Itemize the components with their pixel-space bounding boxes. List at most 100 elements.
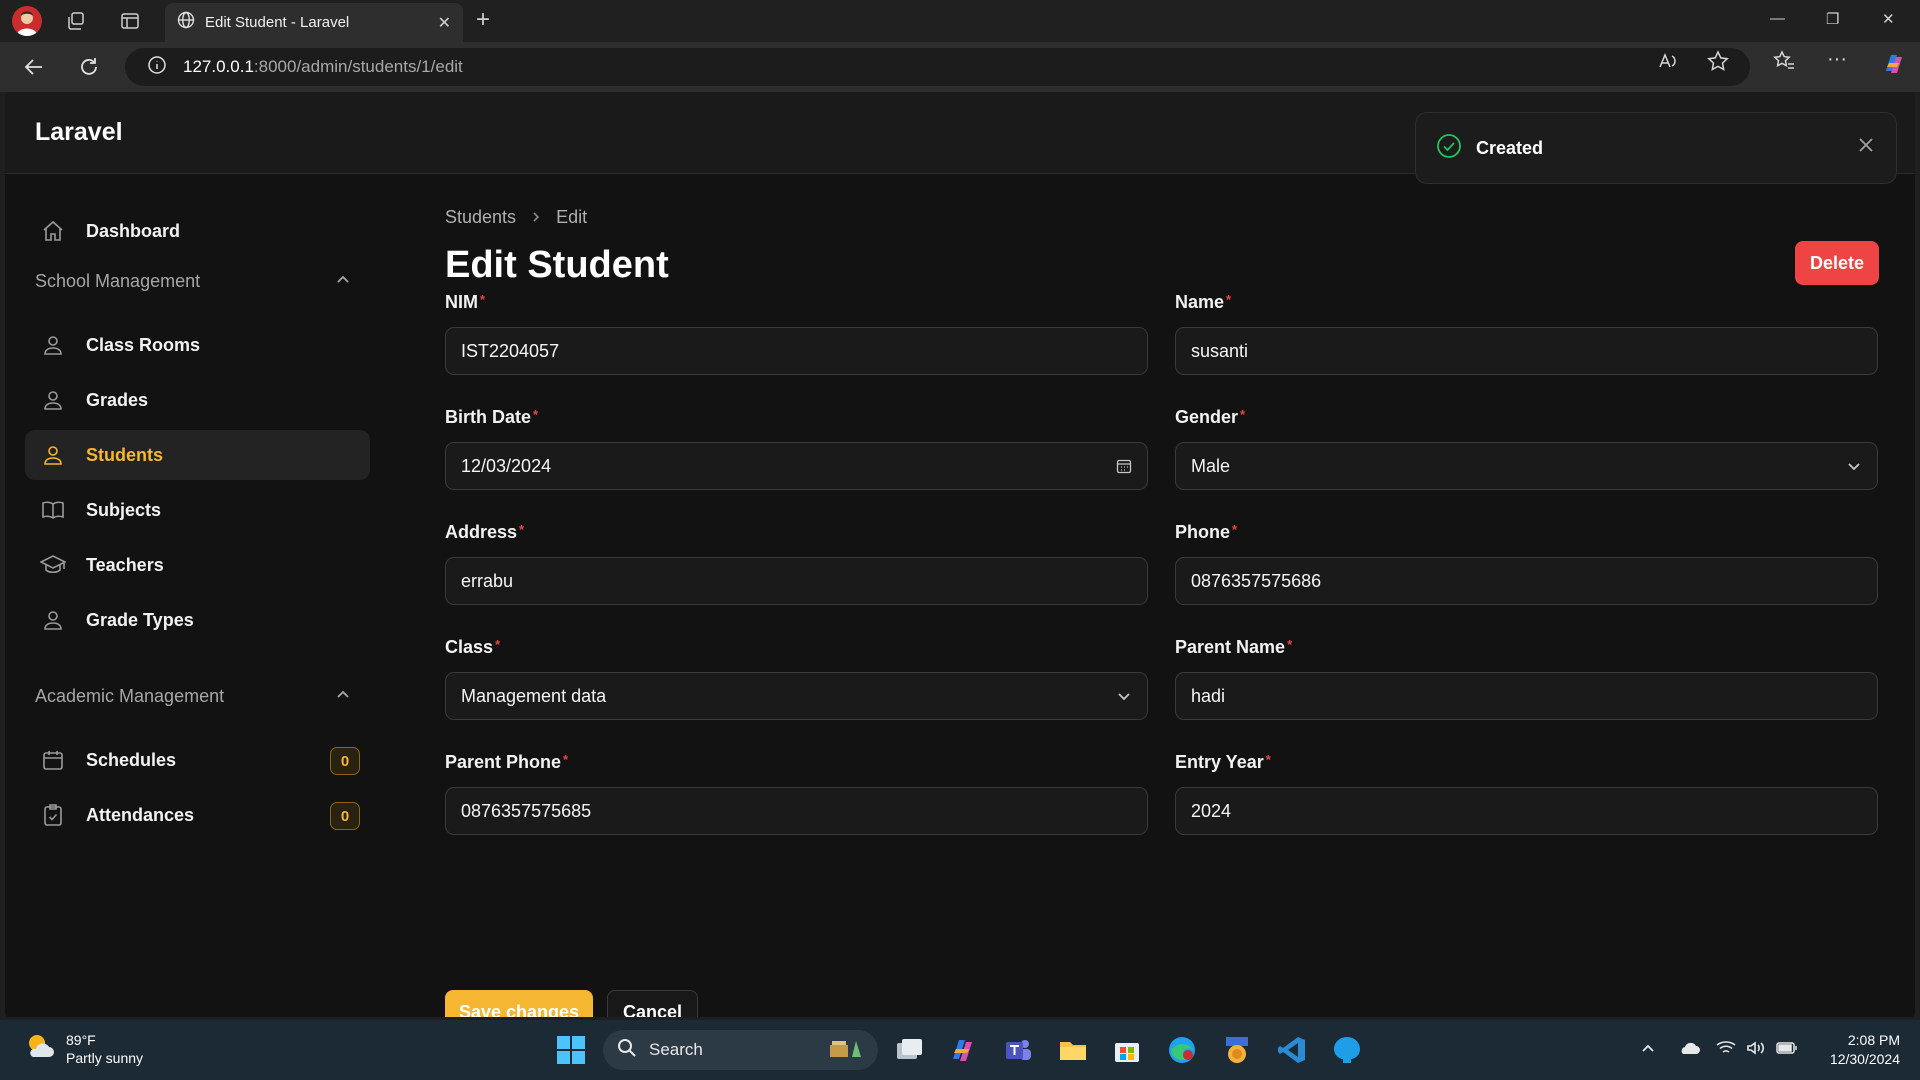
chevron-up-icon[interactable] (335, 687, 351, 708)
chevron-up-tray-icon[interactable] (1640, 1040, 1656, 1061)
url-field[interactable]: 127.0.0.1:8000/admin/students/1/edit (125, 48, 1750, 86)
close-tab-icon[interactable]: ✕ (438, 13, 451, 33)
vscode-icon[interactable] (1275, 1033, 1309, 1067)
sidebar-item-attendances[interactable]: Attendances 0 (25, 790, 370, 840)
profile-avatar[interactable] (12, 6, 42, 36)
parent-phone-input[interactable]: 0876357575685 (445, 787, 1148, 835)
task-view-icon[interactable] (892, 1033, 926, 1067)
teams-icon[interactable] (1001, 1033, 1035, 1067)
label-text: Gender (1175, 407, 1239, 427)
phone-input[interactable]: 0876357575686 (1175, 557, 1878, 605)
search-icon (617, 1038, 637, 1063)
sidebar-item-subjects[interactable]: Subjects (25, 485, 370, 535)
workspaces-icon[interactable] (62, 7, 90, 35)
person-icon (40, 387, 66, 413)
nim-input[interactable]: IST2204057 (445, 327, 1148, 375)
graduation-cap-icon (40, 552, 66, 578)
name-input[interactable]: susanti (1175, 327, 1878, 375)
field-label: Entry Year * (1175, 752, 1878, 776)
save-changes-button[interactable]: Save changes (445, 990, 593, 1017)
volume-icon[interactable] (1746, 1040, 1766, 1061)
new-tab-icon[interactable]: + (476, 8, 490, 32)
site-info-icon[interactable] (147, 55, 167, 80)
field-label: Class * (445, 637, 1148, 661)
page-title: Edit Student (445, 244, 669, 286)
sidebar-item-class-rooms[interactable]: Class Rooms (25, 320, 370, 370)
address-input[interactable]: errabu (445, 557, 1148, 605)
app-blue-icon[interactable] (1330, 1033, 1364, 1067)
field-label: Name * (1175, 292, 1878, 316)
system-clock[interactable]: 2:08 PM 12/30/2024 (1810, 1031, 1900, 1069)
sidebar-item-dashboard[interactable]: Dashboard (25, 206, 370, 256)
birth-date-input[interactable]: 12/03/2024 (445, 442, 1148, 490)
sidebar-item-label: Schedules (86, 749, 177, 770)
required-mark: * (495, 637, 501, 652)
sidebar-item-teachers[interactable]: Teachers (25, 540, 370, 590)
restore-icon[interactable]: ❐ (1826, 10, 1839, 28)
input-value: hadi (1191, 685, 1226, 706)
required-mark: * (1265, 752, 1271, 767)
parent-name-input[interactable]: hadi (1175, 672, 1878, 720)
favorite-star-icon[interactable] (1707, 50, 1729, 77)
favorites-icon[interactable] (1773, 50, 1795, 77)
weather-widget[interactable]: 89°F Partly sunny (24, 1030, 143, 1067)
required-mark: * (519, 522, 525, 537)
breadcrumb-edit: Edit (556, 207, 588, 227)
url-path: :8000/admin/students/1/edit (253, 57, 463, 76)
refresh-icon[interactable] (75, 53, 103, 81)
delete-button[interactable]: Delete (1795, 241, 1879, 285)
edge-browser-icon[interactable] (1165, 1033, 1199, 1067)
more-menu-icon[interactable]: ··· (1827, 48, 1847, 71)
input-value: 0876357575686 (1191, 570, 1322, 591)
sidebar-item-students[interactable]: Students (25, 430, 370, 480)
app-window: Laravel Created Dashboard School Managem… (5, 92, 1915, 1017)
sidebar-item-label: Class Rooms (86, 334, 201, 355)
weather-desc: Partly sunny (66, 1049, 144, 1066)
close-toast-icon[interactable] (1858, 137, 1874, 158)
wifi-icon[interactable] (1716, 1040, 1736, 1061)
sidebar-item-label: Attendances (86, 804, 195, 825)
label-text: Name (1175, 292, 1225, 312)
sidebar-item-grades[interactable]: Grades (25, 375, 370, 425)
required-mark: * (1226, 292, 1232, 307)
class-select[interactable]: Management data (445, 672, 1148, 720)
clock-date: 12/30/2024 (1829, 1051, 1900, 1067)
cancel-button[interactable]: Cancel (607, 990, 698, 1017)
person-icon (40, 607, 66, 633)
browser-tab-active[interactable]: Edit Student - Laravel ✕ (165, 3, 463, 42)
brand-logo[interactable]: Laravel (35, 118, 123, 147)
group-label-academic-management: Academic Management (35, 686, 225, 706)
gender-select[interactable]: Male (1175, 442, 1878, 490)
globe-icon (177, 11, 195, 34)
required-mark: * (1240, 407, 1246, 422)
close-window-icon[interactable]: ✕ (1882, 10, 1895, 28)
sidebar-item-schedules[interactable]: Schedules 0 (25, 735, 370, 785)
entry-year-input[interactable]: 2024 (1175, 787, 1878, 835)
read-aloud-icon[interactable] (1657, 50, 1679, 77)
field-entry-year: Entry Year * 2024 (1175, 752, 1878, 835)
windows-start-icon[interactable] (554, 1033, 588, 1067)
store-icon[interactable] (1110, 1033, 1144, 1067)
field-birth-date: Birth Date * 12/03/2024 (445, 407, 1148, 490)
label-text: Phone (1175, 522, 1231, 542)
required-mark: * (563, 752, 569, 767)
sidebar-item-grade-types[interactable]: Grade Types (25, 595, 370, 645)
app-medal-icon[interactable] (1220, 1033, 1254, 1067)
sidebar-item-label: Students (86, 444, 164, 465)
copilot-icon[interactable] (1881, 51, 1907, 82)
back-icon[interactable] (20, 53, 48, 81)
field-label: Birth Date * (445, 407, 1148, 431)
vertical-tabs-icon[interactable] (116, 7, 144, 35)
chevron-up-icon[interactable] (335, 272, 351, 293)
battery-icon[interactable] (1776, 1040, 1798, 1061)
breadcrumb-students[interactable]: Students (445, 207, 516, 228)
calendar-picker-icon[interactable] (1116, 458, 1132, 474)
copilot-taskbar-icon[interactable] (946, 1033, 980, 1067)
onedrive-icon[interactable] (1678, 1040, 1700, 1061)
taskbar-search[interactable]: Search (603, 1030, 878, 1070)
minimize-icon[interactable]: — (1770, 10, 1785, 27)
select-value: Management data (461, 685, 607, 706)
sidebar-item-label: Subjects (86, 499, 162, 520)
file-explorer-icon[interactable] (1056, 1033, 1090, 1067)
url-host: 127.0.0.1 (183, 57, 254, 76)
